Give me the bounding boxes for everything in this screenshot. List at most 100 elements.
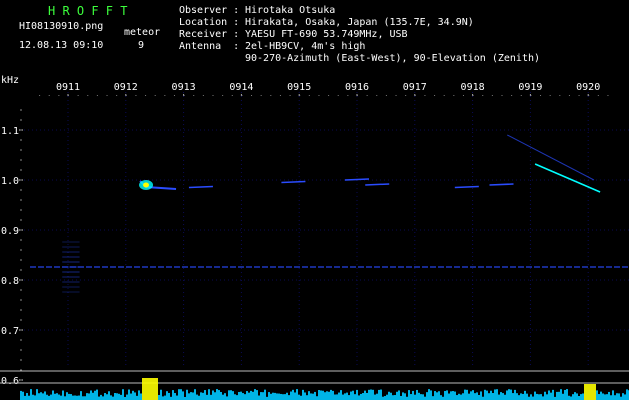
power-bar bbox=[72, 395, 74, 400]
power-bar bbox=[520, 393, 522, 400]
power-bar bbox=[136, 395, 138, 400]
power-bar bbox=[206, 394, 208, 400]
power-bar bbox=[230, 390, 232, 400]
meteor-echo bbox=[489, 183, 514, 186]
power-bar bbox=[498, 394, 500, 400]
power-bar bbox=[352, 390, 354, 400]
power-bar bbox=[536, 393, 538, 400]
power-bar bbox=[580, 394, 582, 400]
power-bar bbox=[384, 396, 386, 400]
power-bar bbox=[284, 394, 286, 400]
power-bar bbox=[330, 389, 332, 400]
power-bar bbox=[514, 389, 516, 400]
power-bar bbox=[128, 389, 130, 400]
power-bar bbox=[456, 395, 458, 400]
power-bar bbox=[592, 384, 594, 400]
x-minor-tick bbox=[328, 95, 330, 96]
y-minor-tick bbox=[20, 319, 22, 321]
x-minor-tick bbox=[58, 95, 60, 96]
power-bar bbox=[196, 394, 198, 400]
power-bar bbox=[118, 393, 120, 400]
power-bar bbox=[302, 389, 304, 400]
power-bar bbox=[326, 391, 328, 400]
power-bar bbox=[144, 378, 146, 400]
power-bar bbox=[200, 392, 202, 400]
power-bar bbox=[236, 395, 238, 400]
y-minor-tick bbox=[20, 129, 22, 131]
power-bar bbox=[548, 390, 550, 400]
power-bar bbox=[176, 395, 178, 400]
power-bar bbox=[496, 389, 498, 400]
power-bar bbox=[334, 394, 336, 400]
power-bar bbox=[586, 384, 588, 400]
power-bar bbox=[522, 393, 524, 400]
power-bar bbox=[276, 393, 278, 400]
power-bar bbox=[542, 396, 544, 400]
x-minor-tick bbox=[164, 95, 166, 96]
power-bar bbox=[132, 390, 134, 400]
power-bar bbox=[516, 393, 518, 400]
power-bar bbox=[224, 393, 226, 400]
power-bar bbox=[582, 393, 584, 400]
power-bar bbox=[48, 395, 50, 400]
power-bar bbox=[526, 393, 528, 400]
power-bar bbox=[538, 394, 540, 400]
power-bar bbox=[428, 389, 430, 400]
power-bar bbox=[300, 395, 302, 400]
x-minor-tick bbox=[212, 95, 214, 96]
power-bar bbox=[606, 394, 608, 400]
power-bar bbox=[314, 391, 316, 400]
y-minor-tick bbox=[20, 179, 22, 181]
power-bar bbox=[488, 393, 490, 400]
power-bar bbox=[534, 391, 536, 400]
power-bar bbox=[94, 390, 96, 400]
power-bar bbox=[358, 395, 360, 400]
y-minor-tick bbox=[20, 219, 22, 221]
power-bar bbox=[114, 393, 116, 400]
power-bar bbox=[148, 378, 150, 400]
power-bar bbox=[154, 378, 156, 400]
power-bar bbox=[372, 389, 374, 400]
y-minor-tick bbox=[20, 199, 22, 201]
x-minor-tick bbox=[549, 95, 551, 96]
x-minor-tick bbox=[77, 95, 79, 96]
power-bar bbox=[112, 396, 114, 400]
power-bar bbox=[524, 390, 526, 400]
x-minor-tick bbox=[482, 95, 484, 96]
power-bar bbox=[246, 391, 248, 400]
power-bar bbox=[160, 389, 162, 400]
x-minor-tick bbox=[337, 95, 339, 96]
power-bar bbox=[250, 390, 252, 400]
power-bar bbox=[616, 393, 618, 400]
x-minor-tick bbox=[125, 95, 127, 96]
power-bar bbox=[288, 395, 290, 400]
spectrogram-window: H R O F F T HI08130910.png 12.08.13 09:1… bbox=[0, 0, 629, 400]
power-bar bbox=[544, 391, 546, 400]
power-bar bbox=[588, 384, 590, 400]
power-bar bbox=[502, 393, 504, 400]
x-minor-tick bbox=[395, 95, 397, 96]
power-bar bbox=[172, 390, 174, 400]
power-bar bbox=[558, 391, 560, 400]
doppler-trail bbox=[507, 134, 595, 181]
x-minor-tick bbox=[511, 95, 513, 96]
power-bar bbox=[252, 391, 254, 400]
power-bar bbox=[104, 393, 106, 400]
y-tick-label: 0.8 bbox=[1, 276, 19, 287]
power-bar bbox=[150, 378, 152, 400]
power-bar bbox=[248, 392, 250, 400]
power-bar bbox=[60, 395, 62, 400]
power-bar bbox=[404, 393, 406, 400]
y-minor-tick bbox=[20, 239, 22, 241]
power-bar bbox=[362, 393, 364, 400]
power-bar bbox=[138, 390, 140, 400]
x-minor-tick bbox=[357, 95, 358, 96]
power-bar bbox=[484, 389, 486, 400]
power-bar bbox=[596, 390, 598, 400]
power-bar bbox=[560, 389, 562, 400]
power-bar bbox=[342, 394, 344, 400]
x-minor-tick bbox=[318, 95, 320, 96]
power-bar bbox=[390, 392, 392, 400]
power-bar bbox=[388, 391, 390, 400]
power-bar bbox=[22, 391, 24, 400]
